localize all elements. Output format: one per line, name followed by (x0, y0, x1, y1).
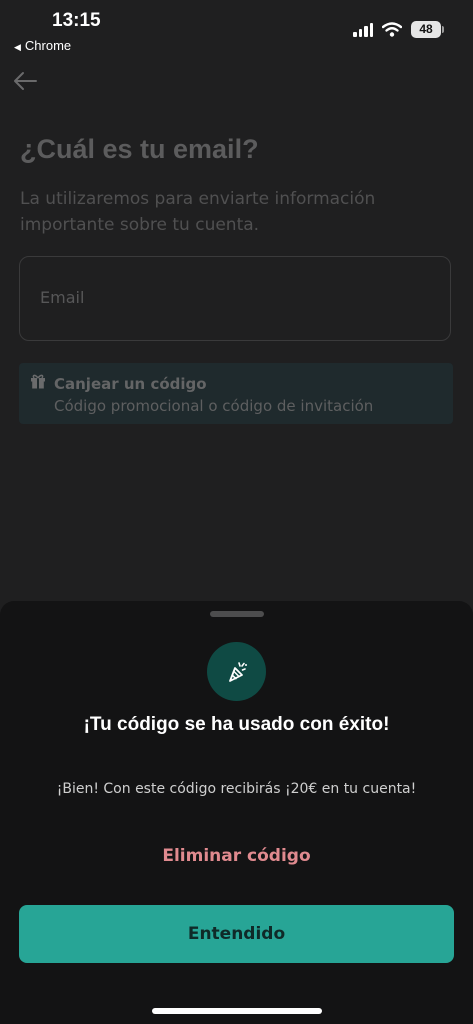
back-app-label: Chrome (24, 38, 72, 53)
home-indicator[interactable] (152, 1008, 322, 1014)
email-input[interactable] (38, 287, 432, 308)
success-title: ¡Tu código se ha usado con éxito! (83, 714, 390, 735)
back-triangle-icon: ◀ (14, 42, 21, 52)
cellular-signal-icon (353, 22, 373, 37)
success-message: ¡Bien! Con este código recibirás ¡20€ en… (56, 781, 417, 797)
remove-code-link[interactable]: Eliminar código (0, 846, 473, 866)
confirm-button[interactable]: Entendido (19, 905, 454, 963)
arrow-left-icon[interactable] (12, 68, 38, 94)
success-bottom-sheet: ¡Tu código se ha usado con éxito! ¡Bien!… (0, 601, 473, 1024)
status-bar: 13:15 ◀ Chrome 48 (0, 0, 473, 60)
redeem-code-title: Canjear un código (54, 375, 207, 393)
sheet-drag-handle[interactable] (210, 611, 264, 617)
page-subtitle: La utilizaremos para enviarte informació… (20, 189, 376, 235)
status-icons: 48 (353, 21, 444, 38)
party-badge (207, 642, 266, 701)
email-field[interactable] (19, 256, 451, 341)
gift-icon (31, 374, 45, 389)
wifi-icon (382, 22, 402, 37)
redeem-code-subtitle: Código promocional o código de invitació… (54, 397, 374, 415)
redeem-code-banner[interactable]: Canjear un código Código promocional o c… (19, 363, 453, 424)
back-to-app-link[interactable]: ◀ Chrome (14, 38, 71, 53)
page-title: ¿Cuál es tu email? (20, 134, 259, 164)
status-time: 13:15 (52, 10, 101, 31)
battery-indicator: 48 (411, 21, 444, 38)
party-popper-icon (228, 661, 247, 682)
